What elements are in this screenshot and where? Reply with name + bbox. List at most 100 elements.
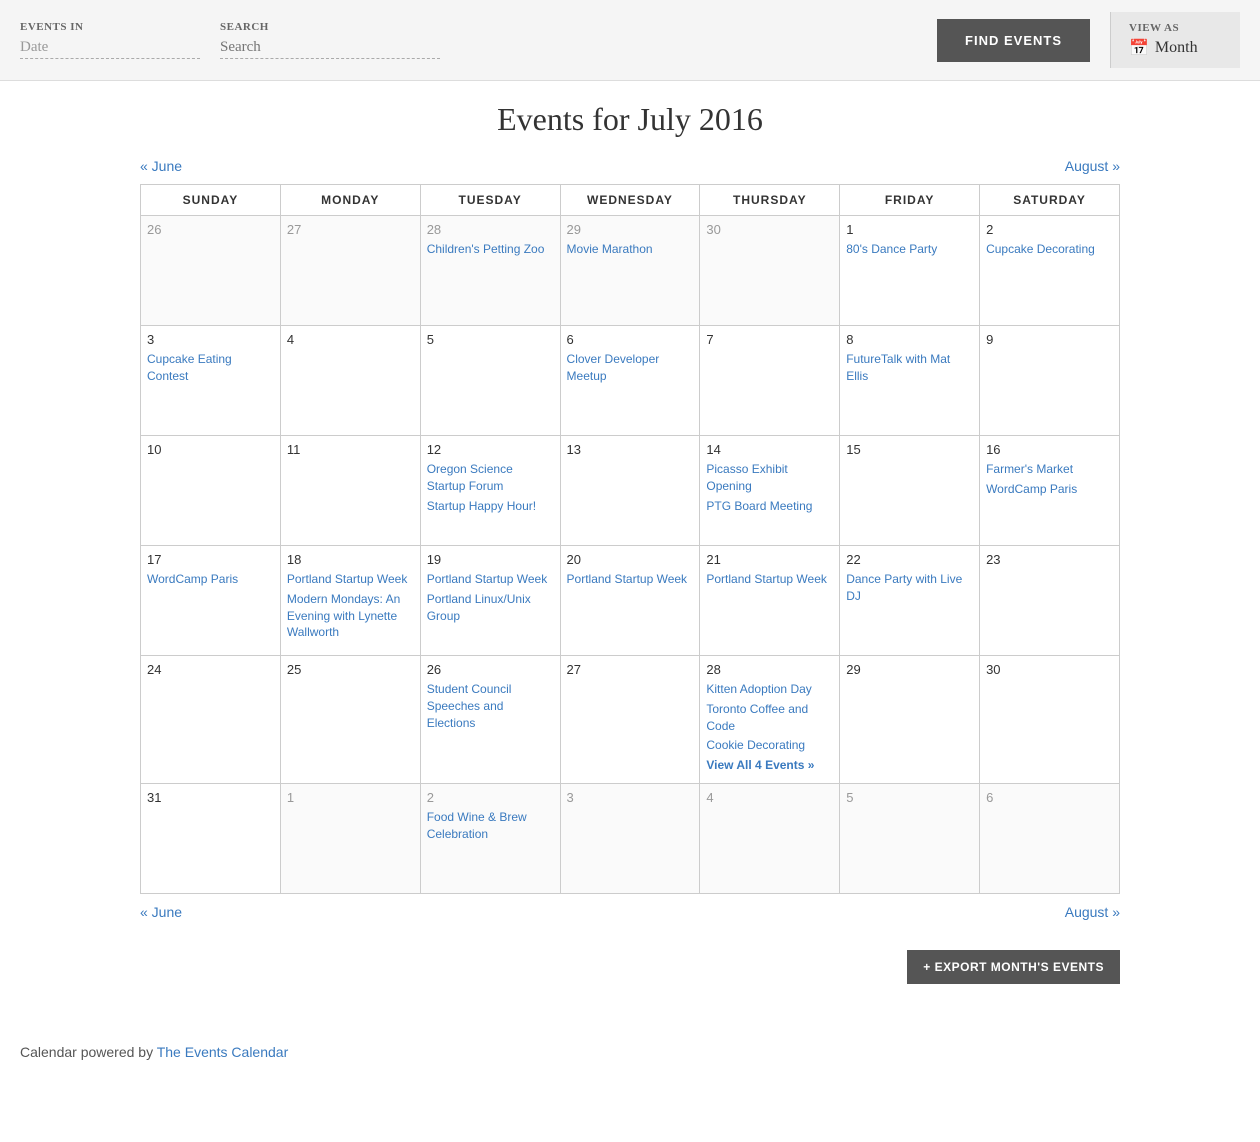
day-number: 12: [427, 442, 554, 457]
day-number: 4: [706, 790, 833, 805]
event-link[interactable]: Modern Mondays: An Evening with Lynette …: [287, 591, 414, 641]
event-link[interactable]: Farmer's Market: [986, 461, 1113, 478]
calendar-day-cell: 1: [280, 783, 420, 893]
event-link[interactable]: Clover Developer Meetup: [567, 351, 694, 385]
calendar-day-header: TUESDAY: [420, 185, 560, 216]
calendar-day-cell: 28Kitten Adoption DayToronto Coffee and …: [700, 656, 840, 784]
calendar-day-cell: 25: [280, 656, 420, 784]
footer: Calendar powered by The Events Calendar: [0, 1034, 1260, 1080]
calendar-day-header: THURSDAY: [700, 185, 840, 216]
day-number: 20: [567, 552, 694, 567]
calendar-day-cell: 4: [700, 783, 840, 893]
calendar-day-cell: 8FutureTalk with Mat Ellis: [840, 326, 980, 436]
calendar-day-cell: 21Portland Startup Week: [700, 546, 840, 656]
calendar-day-cell: 27: [280, 216, 420, 326]
next-month-link-top[interactable]: August »: [1065, 158, 1120, 174]
day-number: 30: [986, 662, 1113, 677]
day-number: 9: [986, 332, 1113, 347]
calendar-day-cell: 13: [560, 436, 700, 546]
event-link[interactable]: WordCamp Paris: [147, 571, 274, 588]
calendar-day-cell: 6: [980, 783, 1120, 893]
find-events-button[interactable]: FIND EVENTS: [937, 19, 1090, 62]
search-input[interactable]: [220, 37, 440, 59]
next-month-link-bottom[interactable]: August »: [1065, 904, 1120, 920]
event-link[interactable]: Movie Marathon: [567, 241, 694, 258]
event-link[interactable]: View All 4 Events »: [706, 757, 833, 774]
calendar-day-cell: 11: [280, 436, 420, 546]
day-number: 5: [427, 332, 554, 347]
day-number: 4: [287, 332, 414, 347]
calendar-day-cell: 3: [560, 783, 700, 893]
view-as-label: VIEW AS: [1129, 22, 1222, 34]
event-link[interactable]: Cupcake Decorating: [986, 241, 1113, 258]
search-label: SEARCH: [220, 21, 440, 33]
calendar-day-cell: 23: [980, 546, 1120, 656]
day-number: 1: [287, 790, 414, 805]
day-number: 2: [986, 222, 1113, 237]
view-as-value[interactable]: 📅 Month: [1129, 38, 1222, 58]
event-link[interactable]: Cupcake Eating Contest: [147, 351, 274, 385]
event-link[interactable]: Children's Petting Zoo: [427, 241, 554, 258]
calendar-week-row: 10 11 12 Oregon Science Startup Forum Startu…: [141, 436, 1120, 546]
day-number: 25: [287, 662, 414, 677]
event-link[interactable]: Portland Startup Week: [427, 571, 554, 588]
calendar-day-cell: 29 Movie Marathon: [560, 216, 700, 326]
day-number: 10: [147, 442, 274, 457]
event-link[interactable]: 80's Dance Party: [846, 241, 973, 258]
event-link[interactable]: Startup Happy Hour!: [427, 498, 554, 515]
day-number: 11: [287, 442, 414, 457]
calendar-day-cell: 180's Dance Party: [840, 216, 980, 326]
event-link[interactable]: Portland Linux/Unix Group: [427, 591, 554, 625]
day-number: 3: [567, 790, 694, 805]
footer-link[interactable]: The Events Calendar: [157, 1044, 289, 1060]
event-link[interactable]: Toronto Coffee and Code: [706, 701, 833, 735]
calendar-week-row: 242526Student Council Speeches and Elect…: [141, 656, 1120, 784]
prev-month-link-bottom[interactable]: « June: [140, 904, 182, 920]
calendar-day-cell: 10: [141, 436, 281, 546]
day-number: 30: [706, 222, 833, 237]
export-button[interactable]: + EXPORT MONTH'S EVENTS: [907, 950, 1120, 984]
events-in-label: EVENTS IN: [20, 21, 200, 33]
calendar-day-cell: 14Picasso Exhibit OpeningPTG Board Meeti…: [700, 436, 840, 546]
calendar-day-cell: 28 Children's Petting Zoo: [420, 216, 560, 326]
day-number: 3: [147, 332, 274, 347]
view-as-text: Month: [1155, 39, 1198, 57]
day-number: 26: [147, 222, 274, 237]
day-number: 28: [427, 222, 554, 237]
events-in-input[interactable]: [20, 37, 200, 59]
calendar-table: SUNDAYMONDAYTUESDAYWEDNESDAYTHURSDAYFRID…: [140, 184, 1120, 894]
export-row: + EXPORT MONTH'S EVENTS: [140, 950, 1120, 984]
calendar-day-cell: 7: [700, 326, 840, 436]
day-number: 23: [986, 552, 1113, 567]
event-link[interactable]: Portland Startup Week: [706, 571, 833, 588]
page-title: Events for July 2016: [140, 101, 1120, 138]
calendar-day-cell: 27: [560, 656, 700, 784]
event-link[interactable]: PTG Board Meeting: [706, 498, 833, 515]
day-number: 13: [567, 442, 694, 457]
day-number: 27: [567, 662, 694, 677]
event-link[interactable]: Portland Startup Week: [287, 571, 414, 588]
event-link[interactable]: Oregon Science Startup Forum: [427, 461, 554, 495]
event-link[interactable]: Student Council Speeches and Elections: [427, 681, 554, 731]
prev-month-link-top[interactable]: « June: [140, 158, 182, 174]
day-number: 5: [846, 790, 973, 805]
day-number: 22: [846, 552, 973, 567]
calendar-day-cell: 19Portland Startup WeekPortland Linux/Un…: [420, 546, 560, 656]
day-number: 29: [567, 222, 694, 237]
search-field: SEARCH: [220, 21, 440, 59]
calendar-day-cell: 16Farmer's MarketWordCamp Paris: [980, 436, 1120, 546]
day-number: 2: [427, 790, 554, 805]
calendar-day-header: SATURDAY: [980, 185, 1120, 216]
calendar-day-header: WEDNESDAY: [560, 185, 700, 216]
event-link[interactable]: Cookie Decorating: [706, 737, 833, 754]
calendar-day-cell: 20 Portland Startup Week: [560, 546, 700, 656]
event-link[interactable]: FutureTalk with Mat Ellis: [846, 351, 973, 385]
event-link[interactable]: WordCamp Paris: [986, 481, 1113, 498]
event-link[interactable]: Picasso Exhibit Opening: [706, 461, 833, 495]
event-link[interactable]: Food Wine & Brew Celebration: [427, 809, 554, 843]
event-link[interactable]: Dance Party with Live DJ: [846, 571, 973, 605]
day-number: 6: [567, 332, 694, 347]
event-link[interactable]: Kitten Adoption Day: [706, 681, 833, 698]
event-link[interactable]: Portland Startup Week: [567, 571, 694, 588]
calendar-day-cell: 22 Dance Party with Live DJ: [840, 546, 980, 656]
